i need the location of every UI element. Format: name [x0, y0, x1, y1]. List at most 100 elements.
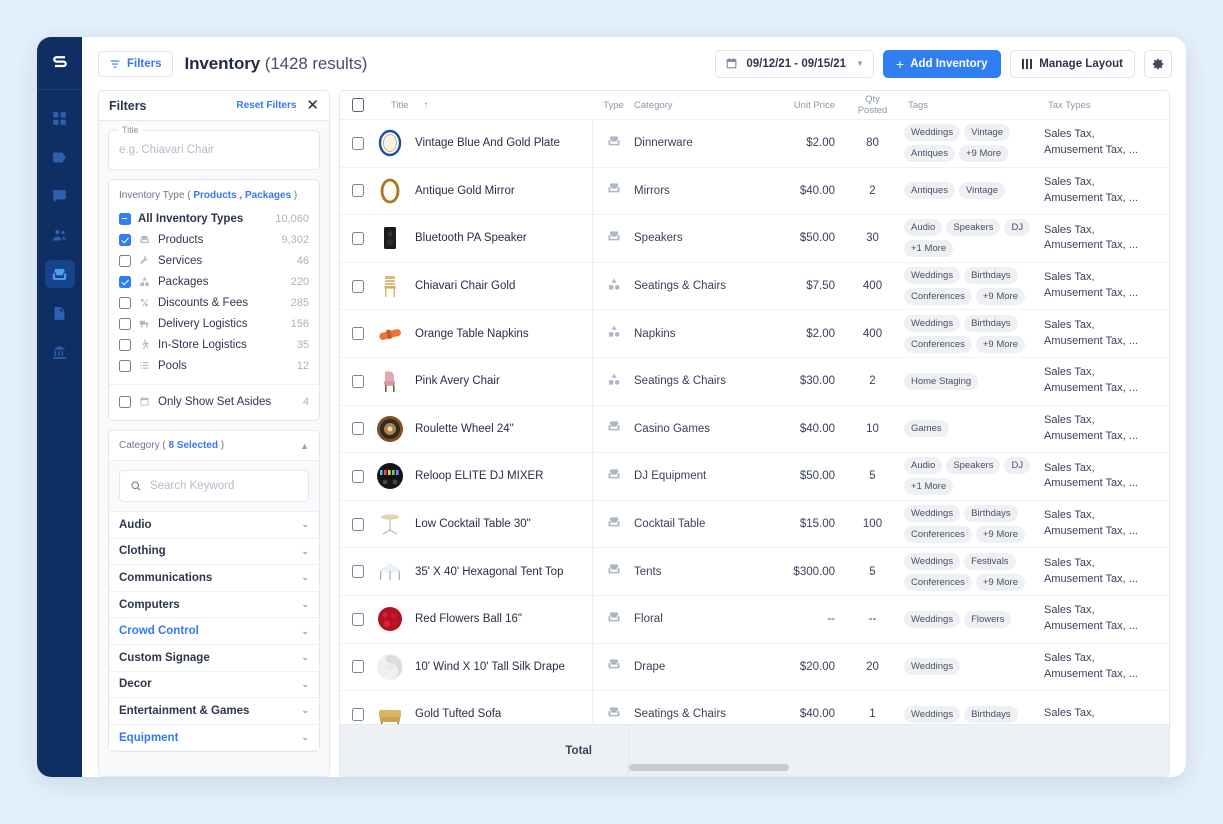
chevron-down-icon[interactable]: ⌄ [301, 519, 309, 530]
tag-chip[interactable]: Birthdays [964, 314, 1018, 332]
chevron-down-icon[interactable]: ⌄ [301, 572, 309, 583]
column-header-tags[interactable]: Tags [904, 100, 1044, 111]
chevron-down-icon[interactable]: ⌄ [301, 705, 309, 716]
add-inventory-button[interactable]: + Add Inventory [883, 49, 1001, 78]
tag-chip[interactable]: Weddings [904, 658, 961, 676]
tag-chip[interactable]: +9 More [975, 526, 1025, 544]
row-title-cell[interactable]: Reloop ELITE DJ MIXER [375, 453, 592, 500]
filter-item-all-inventory-types[interactable]: All Inventory Types 10,060 [119, 208, 309, 229]
filter-item-discounts-fees[interactable]: Discounts & Fees 285 [119, 292, 309, 313]
table-row[interactable]: Vintage Blue And Gold Plate Dinnerware $… [340, 120, 1169, 168]
tag-chip[interactable]: Audio [904, 457, 943, 475]
chevron-down-icon[interactable]: ⌄ [301, 599, 309, 610]
tag-chip[interactable]: +1 More [904, 240, 954, 258]
manage-layout-button[interactable]: Manage Layout [1009, 49, 1135, 78]
table-row[interactable]: Antique Gold Mirror Mirrors $40.00 2 Ant… [340, 167, 1169, 216]
table-row[interactable]: 10' Wind X 10' Tall Silk Drape Drape $20… [340, 643, 1169, 692]
select-all-checkbox[interactable] [351, 98, 364, 112]
row-checkbox[interactable] [351, 327, 364, 341]
tag-chip[interactable]: Birthdays [964, 705, 1018, 723]
filter-item-services[interactable]: Services 46 [119, 250, 309, 271]
tag-chip[interactable]: Weddings [904, 314, 961, 332]
row-select-cell[interactable] [340, 691, 375, 724]
tag-chip[interactable]: +9 More [958, 145, 1009, 163]
row-checkbox[interactable] [351, 184, 364, 198]
sidebar-item-documents[interactable] [45, 299, 75, 327]
tag-chip[interactable]: +9 More [975, 335, 1025, 353]
checkbox-pools[interactable] [119, 359, 131, 372]
category-row-crowd-control[interactable]: Crowd Control ⌄ [109, 618, 319, 645]
tag-chip[interactable]: +9 More [975, 288, 1025, 306]
row-select-cell[interactable] [340, 263, 375, 310]
sidebar-item-dashboard[interactable] [45, 104, 75, 132]
checkbox-services[interactable] [119, 254, 131, 267]
row-title-cell[interactable]: 35' X 40' Hexagonal Tent Top [375, 548, 592, 595]
category-row-computers[interactable]: Computers ⌄ [109, 591, 319, 619]
table-row[interactable]: Reloop ELITE DJ MIXER DJ Equipment $50.0… [340, 453, 1169, 501]
tag-chip[interactable]: Home Staging [904, 372, 979, 390]
tag-chip[interactable]: DJ [1004, 219, 1031, 237]
app-logo[interactable] [37, 37, 82, 90]
checkbox-in-store-logistics[interactable] [119, 338, 131, 351]
row-select-cell[interactable] [340, 548, 375, 595]
row-title-cell[interactable]: Red Flowers Ball 16" [375, 596, 592, 643]
row-select-cell[interactable] [340, 453, 375, 500]
chevron-down-icon[interactable]: ⌄ [301, 626, 309, 637]
column-header-unit-price[interactable]: Unit Price [759, 100, 841, 111]
filter-item-packages[interactable]: Packages 220 [119, 271, 309, 292]
row-title-cell[interactable]: Vintage Blue And Gold Plate [375, 120, 592, 167]
title-filter-field[interactable]: Title e.g. Chiavari Chair [108, 125, 320, 170]
row-title-cell[interactable]: 10' Wind X 10' Tall Silk Drape [375, 644, 592, 691]
tag-chip[interactable]: Conferences [904, 288, 972, 306]
filters-toggle-button[interactable]: Filters [98, 50, 173, 77]
tag-chip[interactable]: Flowers [964, 610, 1012, 628]
tag-chip[interactable]: Weddings [904, 610, 961, 628]
row-checkbox[interactable] [351, 517, 364, 531]
row-title-cell[interactable]: Chiavari Chair Gold [375, 263, 592, 310]
checkbox-packages[interactable] [119, 275, 131, 288]
row-checkbox[interactable] [351, 422, 364, 436]
checkbox-all-inventory-types[interactable] [119, 212, 131, 225]
table-row[interactable]: Pink Avery Chair Seatings & Chairs $30.0… [340, 357, 1169, 406]
select-all-cell[interactable] [340, 98, 375, 112]
table-row[interactable]: Roulette Wheel 24" Casino Games $40.00 1… [340, 405, 1169, 454]
category-row-audio[interactable]: Audio ⌄ [109, 512, 319, 539]
tag-chip[interactable]: Antiques [904, 182, 955, 200]
category-row-decor[interactable]: Decor ⌄ [109, 671, 319, 699]
chevron-down-icon[interactable]: ⌄ [301, 652, 309, 663]
tag-chip[interactable]: Weddings [904, 705, 961, 723]
tag-chip[interactable]: Conferences [904, 573, 972, 591]
checkbox-set-asides[interactable] [119, 395, 131, 408]
table-row[interactable]: Chiavari Chair Gold Seatings & Chairs $7… [340, 262, 1169, 311]
sidebar-item-tags[interactable] [45, 143, 75, 171]
row-select-cell[interactable] [340, 406, 375, 453]
filter-item-products[interactable]: Products 9,302 [119, 229, 309, 250]
tag-chip[interactable]: Audio [904, 219, 943, 237]
table-row[interactable]: Red Flowers Ball 16" Floral -- -- Weddin… [340, 595, 1169, 644]
tag-chip[interactable]: Festivals [964, 552, 1016, 570]
tag-chip[interactable]: Weddings [904, 124, 961, 142]
tag-chip[interactable]: Birthdays [964, 267, 1018, 285]
checkbox-products[interactable] [119, 233, 131, 246]
column-header-type[interactable]: Type [593, 100, 634, 111]
chevron-down-icon[interactable]: ⌄ [301, 732, 309, 743]
table-row[interactable]: Gold Tufted Sofa Seatings & Chairs $40.0… [340, 691, 1169, 724]
close-icon[interactable]: ✕ [304, 98, 319, 113]
sidebar-item-financials[interactable] [45, 338, 75, 366]
category-row-communications[interactable]: Communications ⌄ [109, 565, 319, 592]
column-header-category[interactable]: Category [634, 100, 759, 111]
row-checkbox[interactable] [351, 136, 364, 150]
category-section-header[interactable]: Category ( 8 Selected ) ▲ [109, 431, 319, 461]
reset-filters-link[interactable]: Reset Filters [236, 100, 296, 111]
filter-item-pools[interactable]: Pools 12 [119, 355, 309, 376]
date-range-picker[interactable]: 09/12/21 - 09/15/21 ▼ [715, 49, 874, 78]
category-row-entertainment-games[interactable]: Entertainment & Games ⌄ [109, 698, 319, 725]
tag-chip[interactable]: Conferences [904, 526, 972, 544]
category-search-input[interactable]: Search Keyword [119, 470, 309, 502]
tag-chip[interactable]: Speakers [946, 457, 1001, 475]
category-row-custom-signage[interactable]: Custom Signage ⌄ [109, 644, 319, 672]
row-title-cell[interactable]: Pink Avery Chair [375, 358, 592, 405]
row-title-cell[interactable]: Orange Table Napkins [375, 310, 592, 357]
tag-chip[interactable]: Conferences [904, 335, 972, 353]
column-header-qty-posted[interactable]: Qty Posted [841, 94, 904, 117]
